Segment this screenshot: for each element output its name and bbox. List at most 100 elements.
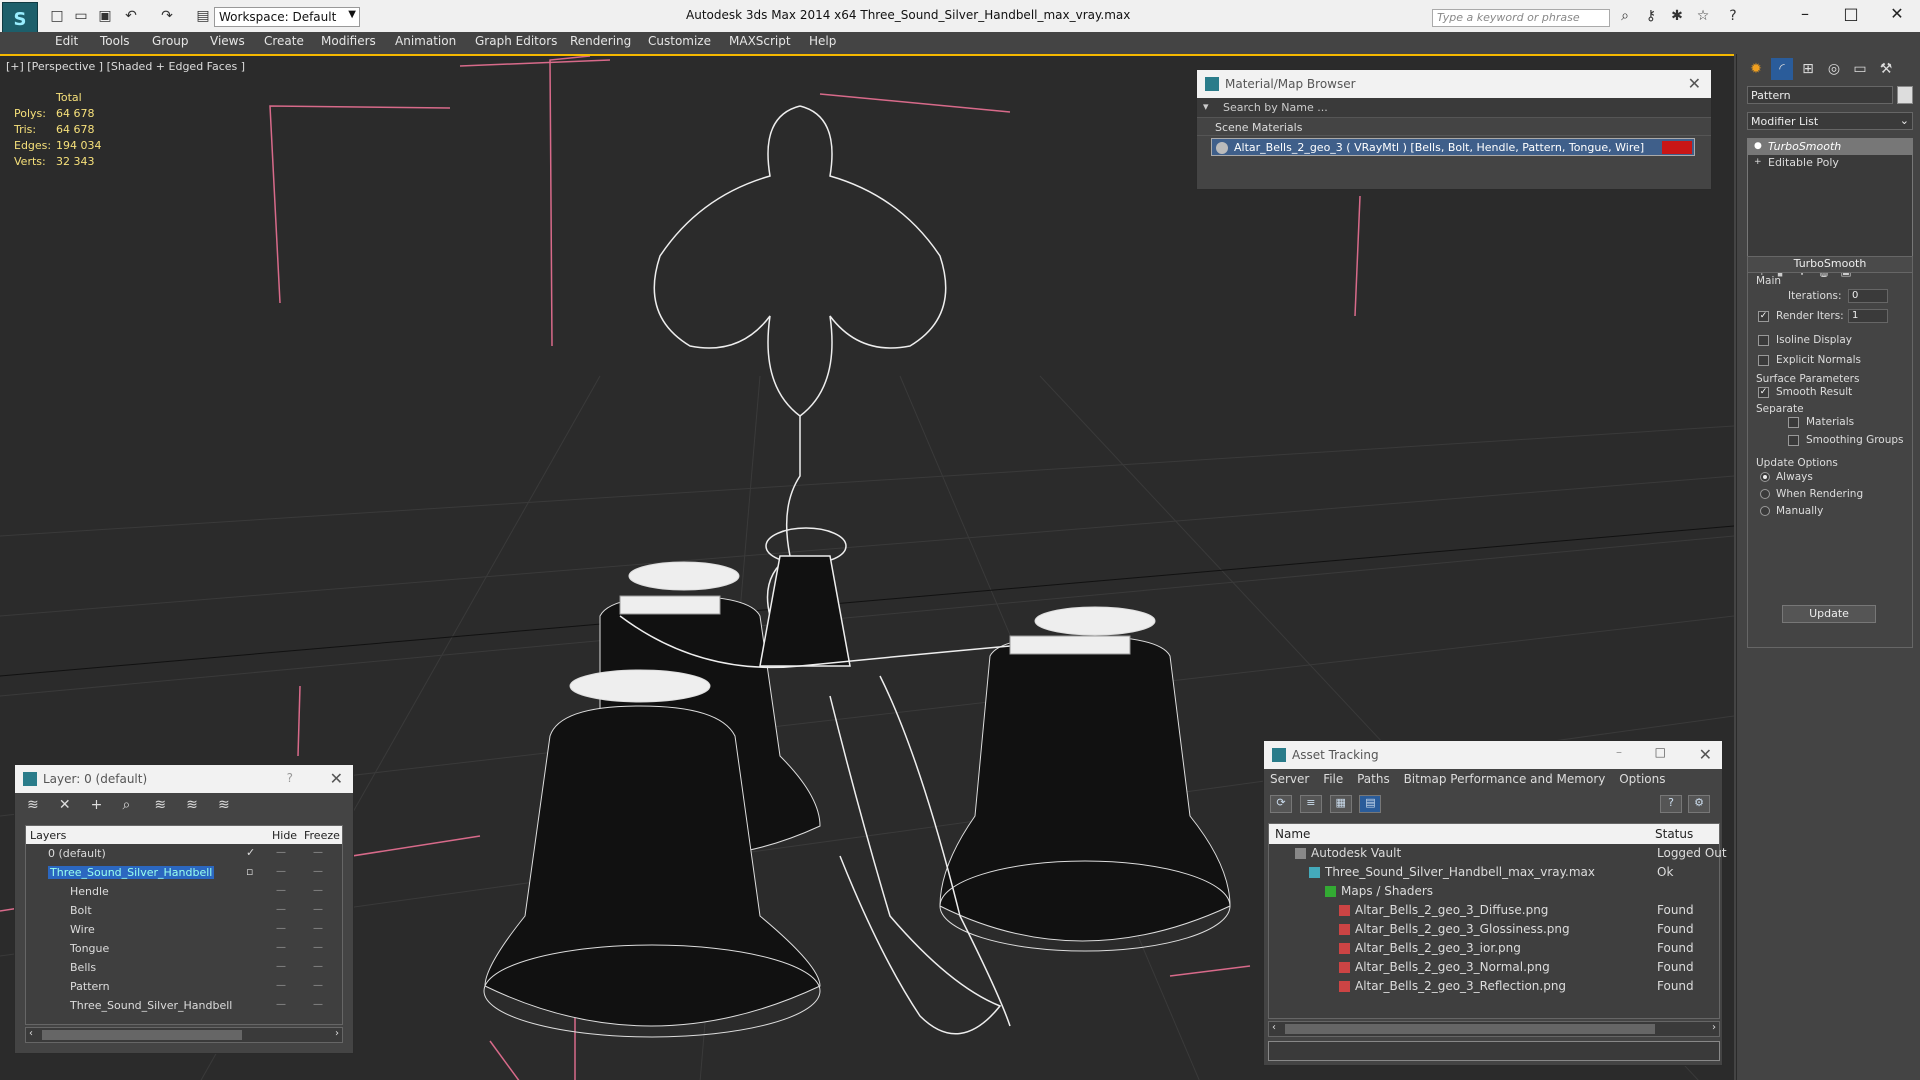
menu-file[interactable]: File <box>1323 772 1343 786</box>
asset-row[interactable]: Three_Sound_Silver_Handbell_max_vray.max… <box>1269 863 1719 882</box>
layer-horizontal-scrollbar[interactable]: ‹ › <box>25 1027 343 1043</box>
layer-panel-titlebar[interactable]: Layer: 0 (default) ? ✕ <box>15 765 353 793</box>
layer-row[interactable]: Bells — — <box>26 958 342 977</box>
binoculars-icon[interactable]: ⌕ <box>1616 8 1634 24</box>
active-check-icon[interactable]: ✓ <box>246 846 255 859</box>
scroll-thumb[interactable] <box>42 1030 242 1040</box>
col-freeze[interactable]: Freeze <box>304 829 340 842</box>
layer-row[interactable]: Pattern — — <box>26 977 342 996</box>
material-list-item[interactable]: Altar_Bells_2_geo_3 ( VRayMtl ) [Bells, … <box>1211 138 1695 156</box>
close-icon[interactable]: ✕ <box>1688 74 1701 93</box>
menu-tools[interactable]: Tools <box>100 34 130 48</box>
layer-row[interactable]: Bolt — — <box>26 901 342 920</box>
smoothing-groups-checkbox[interactable] <box>1788 435 1799 446</box>
asset-row[interactable]: Altar_Bells_2_geo_3_Normal.png Found <box>1269 958 1719 977</box>
maximize-icon[interactable]: □ <box>1655 745 1666 759</box>
object-name-field[interactable]: Pattern <box>1747 86 1893 104</box>
menu-edit[interactable]: Edit <box>55 34 78 48</box>
update-button[interactable]: Update <box>1782 605 1876 623</box>
layer-row[interactable]: 0 (default) ✓ — — <box>26 844 342 863</box>
menu-paths[interactable]: Paths <box>1357 772 1390 786</box>
when-rendering-radio[interactable] <box>1760 489 1770 499</box>
layer-row[interactable]: Hendle — — <box>26 882 342 901</box>
hierarchy-tab-icon[interactable]: ⊞ <box>1797 58 1819 80</box>
close-window-button[interactable]: ✕ <box>1882 4 1912 24</box>
menu-customize[interactable]: Customize <box>648 34 711 48</box>
menu-bitmap-performance[interactable]: Bitmap Performance and Memory <box>1404 772 1606 786</box>
help-icon[interactable]: ? <box>287 771 293 785</box>
menu-server[interactable]: Server <box>1270 772 1309 786</box>
menu-maxscript[interactable]: MAXScript <box>729 34 791 48</box>
menu-graph-editors[interactable]: Graph Editors <box>475 34 557 48</box>
menu-options[interactable]: Options <box>1619 772 1665 786</box>
scroll-right-icon[interactable]: › <box>1712 1022 1716 1033</box>
asset-row[interactable]: Altar_Bells_2_geo_3_Diffuse.png Found <box>1269 901 1719 920</box>
create-layer-icon[interactable]: ≋ <box>27 797 55 813</box>
help-icon[interactable]: ? <box>1724 8 1742 24</box>
scroll-thumb[interactable] <box>1285 1024 1655 1034</box>
thumbnail-view-icon[interactable]: ▦ <box>1329 795 1352 813</box>
layer-row[interactable]: Three_Sound_Silver_Handbell — — <box>26 996 342 1015</box>
smooth-result-checkbox[interactable]: ✓ <box>1758 387 1769 398</box>
layer-row[interactable]: Wire — — <box>26 920 342 939</box>
scroll-right-icon[interactable]: › <box>335 1028 339 1039</box>
lightbulb-icon[interactable]: ● <box>1754 141 1762 151</box>
iterations-spinner[interactable]: 0 <box>1848 289 1888 303</box>
project-folder-icon[interactable]: ▤ <box>194 8 212 24</box>
viewport-label[interactable]: [+] [Perspective ] [Shaded + Edged Faces… <box>6 60 245 73</box>
menu-create[interactable]: Create <box>264 34 304 48</box>
create-tab-icon[interactable]: ✹ <box>1745 58 1767 80</box>
stack-item-editable-poly[interactable]: + Editable Poly <box>1748 155 1912 171</box>
col-layers[interactable]: Layers <box>30 829 66 842</box>
minimize-icon[interactable]: – <box>1616 745 1622 759</box>
object-color-swatch[interactable] <box>1897 86 1913 104</box>
layer-row[interactable]: Three_Sound_Silver_Handbell ▫ — — <box>26 863 342 882</box>
list-view-icon[interactable]: ≡ <box>1299 795 1322 813</box>
key-icon[interactable]: ⚷ <box>1642 8 1660 24</box>
modify-tab-icon[interactable]: ◜ <box>1771 58 1793 80</box>
open-file-icon[interactable]: ▭ <box>72 8 90 24</box>
asset-row[interactable]: Altar_Bells_2_geo_3_ior.png Found <box>1269 939 1719 958</box>
new-file-icon[interactable]: □ <box>48 8 66 24</box>
manually-radio[interactable] <box>1760 506 1770 516</box>
render-iters-checkbox[interactable]: ✓ <box>1758 311 1769 322</box>
current-layer-icon[interactable]: ▫ <box>246 865 253 878</box>
search-input[interactable]: Type a keyword or phrase <box>1432 9 1610 27</box>
col-hide[interactable]: Hide <box>272 829 297 842</box>
highlight-layer-icon[interactable]: ≋ <box>154 797 182 813</box>
modifier-list-dropdown[interactable]: Modifier List ⌄ <box>1747 112 1913 130</box>
undo-icon[interactable]: ↶ <box>122 8 140 24</box>
expand-icon[interactable]: + <box>1754 157 1762 167</box>
asset-row[interactable]: Altar_Bells_2_geo_3_Reflection.png Found <box>1269 977 1719 996</box>
freeze-all-icon[interactable]: ≋ <box>218 797 246 813</box>
table-view-icon[interactable]: ▤ <box>1359 795 1382 813</box>
scene-materials-group[interactable]: Scene Materials <box>1197 118 1711 136</box>
explicit-normals-checkbox[interactable] <box>1758 355 1769 366</box>
save-icon[interactable]: ▣ <box>96 8 114 24</box>
minimize-button[interactable]: – <box>1790 4 1820 24</box>
stack-item-turbosmooth[interactable]: ● TurboSmooth <box>1748 139 1912 155</box>
asset-horizontal-scrollbar[interactable]: ‹ › <box>1268 1021 1720 1037</box>
menu-modifiers[interactable]: Modifiers <box>321 34 376 48</box>
isoline-checkbox[interactable] <box>1758 335 1769 346</box>
select-objects-icon[interactable]: ⌕ <box>122 797 150 813</box>
material-browser-titlebar[interactable]: Material/Map Browser ✕ <box>1197 70 1711 98</box>
close-icon[interactable]: ✕ <box>1699 745 1712 764</box>
asset-row[interactable]: Autodesk Vault Logged Out <box>1269 844 1727 863</box>
redo-icon[interactable]: ↷ <box>158 8 176 24</box>
menu-help[interactable]: Help <box>809 34 836 48</box>
col-status[interactable]: Status <box>1655 827 1693 841</box>
help-icon[interactable]: ? <box>1660 795 1682 813</box>
filter-icon[interactable]: ▾ <box>1203 100 1209 113</box>
layer-row[interactable]: Tongue — — <box>26 939 342 958</box>
refresh-icon[interactable]: ⟳ <box>1270 795 1292 813</box>
render-iters-spinner[interactable]: 1 <box>1848 309 1888 323</box>
app-logo-icon[interactable]: S <box>2 2 38 36</box>
asset-row[interactable]: Altar_Bells_2_geo_3_Glossiness.png Found <box>1269 920 1719 939</box>
close-icon[interactable]: ✕ <box>330 769 343 788</box>
star-icon[interactable]: ☆ <box>1694 8 1712 24</box>
always-radio[interactable] <box>1760 472 1770 482</box>
hide-all-icon[interactable]: ≋ <box>186 797 214 813</box>
rollout-title[interactable]: TurboSmooth <box>1748 257 1912 273</box>
scroll-left-icon[interactable]: ‹ <box>29 1028 33 1039</box>
